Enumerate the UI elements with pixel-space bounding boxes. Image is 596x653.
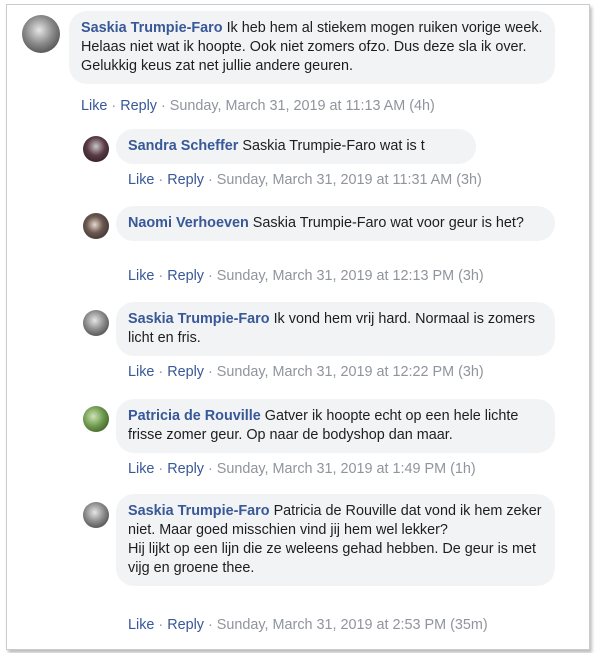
comment-bubble: Sandra Scheffer Saskia Trumpie-Faro wat … xyxy=(116,129,476,164)
comment-bubble: Naomi Verhoeven Saskia Trumpie-Faro wat … xyxy=(116,206,555,241)
comment-text: Saskia Trumpie-Faro wat is t xyxy=(242,138,425,154)
avatar[interactable] xyxy=(83,213,109,239)
reply-link[interactable]: Reply xyxy=(167,364,204,380)
reply-link[interactable]: Reply xyxy=(167,172,204,188)
comment-bubble: Saskia Trumpie-Faro Ik vond hem vrij har… xyxy=(116,302,555,356)
comment-timestamp[interactable]: Sunday, March 31, 2019 at 2:53 PM (35m) xyxy=(217,617,488,633)
like-link[interactable]: Like xyxy=(128,461,154,477)
comment-actions: Like · Reply · Sunday, March 31, 2019 at 12:… xyxy=(128,268,484,284)
comment-timestamp[interactable]: Sunday, March 31, 2019 at 12:22 PM (3h) xyxy=(217,364,484,380)
avatar[interactable] xyxy=(83,310,109,336)
comment-timestamp[interactable]: Sunday, March 31, 2019 at 12:13 PM (3h) xyxy=(217,268,484,284)
comment-actions: Like · Reply · Sunday, March 31, 2019 at 12:… xyxy=(128,364,484,380)
comment-author[interactable]: Saskia Trumpie-Faro xyxy=(128,311,270,327)
like-link[interactable]: Like xyxy=(128,268,154,284)
comment-actions: Like · Reply · Sunday, March 31, 2019 at 11:… xyxy=(128,172,482,188)
like-link[interactable]: Like xyxy=(128,617,154,633)
avatar[interactable] xyxy=(22,15,60,53)
comment-author[interactable]: Saskia Trumpie-Faro xyxy=(128,503,270,519)
like-link[interactable]: Like xyxy=(128,364,154,380)
comment-text: Saskia Trumpie-Faro wat voor geur is het… xyxy=(252,215,524,231)
reply-link[interactable]: Reply xyxy=(167,461,204,477)
comment-actions: Like · Reply · Sunday, March 31, 2019 at 1:4… xyxy=(128,461,476,477)
reply-link[interactable]: Reply xyxy=(167,268,204,284)
avatar[interactable] xyxy=(83,406,109,432)
reply-link[interactable]: Reply xyxy=(167,617,204,633)
comment-author[interactable]: Sandra Scheffer xyxy=(128,138,238,154)
avatar[interactable] xyxy=(83,502,109,528)
like-link[interactable]: Like xyxy=(128,172,154,188)
comment-timestamp[interactable]: Sunday, March 31, 2019 at 11:13 AM (4h) xyxy=(170,98,435,114)
comment-thread: Saskia Trumpie-Faro Ik heb hem al stieke… xyxy=(6,4,590,650)
comment-author[interactable]: Patricia de Rouville xyxy=(128,408,261,424)
comment-author[interactable]: Saskia Trumpie-Faro xyxy=(81,20,223,36)
comment-actions: Like · Reply · Sunday, March 31, 2019 at 11:… xyxy=(81,98,435,114)
comment-bubble: Saskia Trumpie-Faro Patricia de Rouville… xyxy=(116,494,555,586)
comment-author[interactable]: Naomi Verhoeven xyxy=(128,215,249,231)
comment-timestamp[interactable]: Sunday, March 31, 2019 at 11:31 AM (3h) xyxy=(217,172,482,188)
comment-timestamp[interactable]: Sunday, March 31, 2019 at 1:49 PM (1h) xyxy=(217,461,476,477)
like-link[interactable]: Like xyxy=(81,98,107,114)
comment-bubble: Saskia Trumpie-Faro Ik heb hem al stieke… xyxy=(69,11,555,84)
avatar[interactable] xyxy=(83,136,109,162)
comment-actions: Like · Reply · Sunday, March 31, 2019 at 2:5… xyxy=(128,617,488,633)
comment-bubble: Patricia de Rouville Gatver ik hoopte ec… xyxy=(116,399,555,453)
reply-link[interactable]: Reply xyxy=(120,98,157,114)
